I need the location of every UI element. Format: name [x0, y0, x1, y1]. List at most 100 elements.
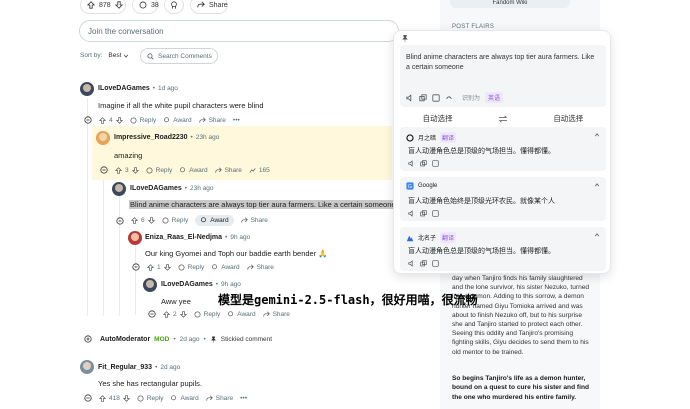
more-options-icon[interactable]: •••: [233, 117, 240, 124]
result-tools: [408, 260, 439, 267]
collapse-icon[interactable]: [148, 310, 156, 318]
award-button[interactable]: Award: [163, 117, 192, 124]
speaker-icon[interactable]: [408, 210, 415, 217]
downvote-icon[interactable]: [114, 1, 123, 9]
chevron-up-icon[interactable]: [594, 232, 600, 238]
award-button[interactable]: Award: [211, 264, 240, 271]
vote-control[interactable]: 1: [147, 264, 171, 271]
insert-icon[interactable]: [432, 160, 439, 167]
award-label: Award: [180, 394, 199, 402]
translation-text[interactable]: 盲人动漫角色总是顶级的气场担当。懂得都懂。: [408, 246, 555, 256]
reply-button[interactable]: Reply: [130, 117, 156, 124]
reply-label: Reply: [146, 394, 164, 402]
award-button[interactable]: Award: [227, 311, 256, 318]
vote-control[interactable]: 6: [131, 217, 155, 224]
speaker-icon[interactable]: [408, 160, 415, 167]
avatar[interactable]: [112, 182, 126, 196]
automod-user[interactable]: AutoModerator: [100, 336, 150, 343]
copy-icon[interactable]: [419, 93, 427, 102]
award-button[interactable]: Award: [195, 215, 234, 226]
copy-icon[interactable]: [420, 260, 427, 267]
comment-icon: [139, 1, 147, 9]
more-options-icon[interactable]: •••: [240, 395, 247, 402]
share-button[interactable]: Share: [246, 263, 274, 271]
engine-logo-icon: [406, 234, 414, 242]
reply-button[interactable]: Reply: [162, 217, 188, 224]
avatar[interactable]: [143, 278, 157, 292]
pin-icon[interactable]: [401, 34, 409, 43]
comment-author[interactable]: Eniza_Raas_El-Nedjma: [145, 234, 222, 241]
comment-author[interactable]: Fit_Regular_933: [98, 364, 152, 371]
source-text-box[interactable]: Blind anime characters are always top ti…: [400, 45, 606, 107]
copy-icon[interactable]: [420, 160, 427, 167]
award-pill[interactable]: [164, 0, 184, 14]
swap-icon[interactable]: [498, 115, 508, 123]
edit-icon[interactable]: [432, 93, 440, 102]
comment-text: Yes she has rectangular pupils.: [98, 379, 202, 388]
share-button[interactable]: Share: [206, 395, 233, 402]
engine-name: 北名子: [418, 236, 437, 242]
chevron-up-icon[interactable]: [594, 182, 600, 188]
comment-count: 38: [151, 1, 159, 9]
reply-button[interactable]: Reply: [178, 263, 205, 271]
vote-pill[interactable]: 878: [80, 0, 126, 14]
engine-header: 月之暗 翻译: [406, 132, 457, 143]
views-count: 165: [258, 166, 270, 174]
comment-author[interactable]: ILoveDAGames: [161, 281, 213, 288]
comment-author[interactable]: Impressive_Road2230: [114, 134, 188, 141]
search-comments-input[interactable]: Search Comments: [140, 48, 218, 64]
share-button[interactable]: Share: [240, 217, 268, 224]
comment-author[interactable]: ILoveDAGames: [98, 85, 150, 92]
speaker-icon[interactable]: [406, 93, 414, 102]
award-button[interactable]: Award: [179, 167, 208, 174]
vote-control[interactable]: 3: [115, 167, 139, 174]
comment-header: Eniza_Raas_El-Nedjma • 9h ago: [145, 234, 251, 241]
reply-button[interactable]: Reply: [137, 394, 164, 402]
collapse-icon[interactable]: [84, 116, 92, 124]
undo-icon[interactable]: [445, 94, 453, 102]
reply-button[interactable]: Reply: [146, 167, 172, 174]
join-conversation-input[interactable]: Join the conversation: [79, 20, 399, 42]
source-text[interactable]: Blind anime characters are always top ti…: [406, 53, 596, 73]
translation-text[interactable]: 盲人动漫角色总是顶级的气场担当。懂得都懂。: [408, 146, 555, 156]
share-button[interactable]: Share: [262, 311, 290, 318]
speaker-icon[interactable]: [408, 260, 415, 267]
comment-author[interactable]: ILoveDAGames: [130, 185, 182, 192]
detected-language-tag[interactable]: 英语: [485, 92, 504, 103]
translation-text[interactable]: 盲人动漫角色始终是顶级光环农民。就像某个人: [408, 196, 555, 206]
award-button[interactable]: Award: [170, 394, 199, 402]
copy-icon[interactable]: [420, 210, 427, 217]
chevron-up-icon[interactable]: [594, 132, 600, 138]
vote-control[interactable]: 2: [163, 311, 187, 318]
sort-dropdown[interactable]: Best: [108, 52, 129, 59]
collapse-icon[interactable]: [132, 263, 140, 271]
source-language-select[interactable]: 自动选择: [423, 113, 453, 124]
avatar[interactable]: [96, 131, 110, 145]
share-pill[interactable]: Share: [190, 0, 228, 14]
comments-pill[interactable]: 38: [132, 0, 159, 14]
expand-icon[interactable]: [84, 335, 92, 343]
insert-icon[interactable]: [432, 210, 439, 217]
avatar[interactable]: [80, 82, 94, 96]
insert-icon[interactable]: [432, 260, 439, 267]
comment-header: Fit_Regular_933 • 2d ago: [98, 364, 181, 371]
language-selector-row: 自动选择 自动选择: [400, 113, 606, 124]
share-button[interactable]: Share: [214, 167, 242, 174]
automod-comment[interactable]: AutoModerator MOD • 2d ago • Stickied co…: [84, 335, 272, 343]
collapse-icon[interactable]: [100, 166, 108, 174]
target-language-select[interactable]: 自动选择: [553, 113, 583, 124]
upvote-icon[interactable]: [87, 1, 95, 9]
share-label: Share: [256, 263, 274, 271]
avatar[interactable]: [128, 231, 142, 245]
reply-button[interactable]: Reply: [194, 311, 220, 318]
collapse-icon[interactable]: [84, 394, 92, 402]
reply-label: Reply: [187, 263, 205, 271]
vote-control[interactable]: 4: [99, 117, 123, 124]
fandom-wiki-link[interactable]: Fandom Wiki: [450, 0, 570, 8]
collapse-icon[interactable]: [116, 216, 124, 225]
avatar[interactable]: [80, 360, 94, 374]
share-button[interactable]: Share: [198, 117, 226, 124]
selected-comment-text[interactable]: Blind anime characters are always top ti…: [129, 200, 397, 209]
vote-control[interactable]: 418: [99, 395, 130, 402]
award-label: Award: [210, 217, 229, 224]
